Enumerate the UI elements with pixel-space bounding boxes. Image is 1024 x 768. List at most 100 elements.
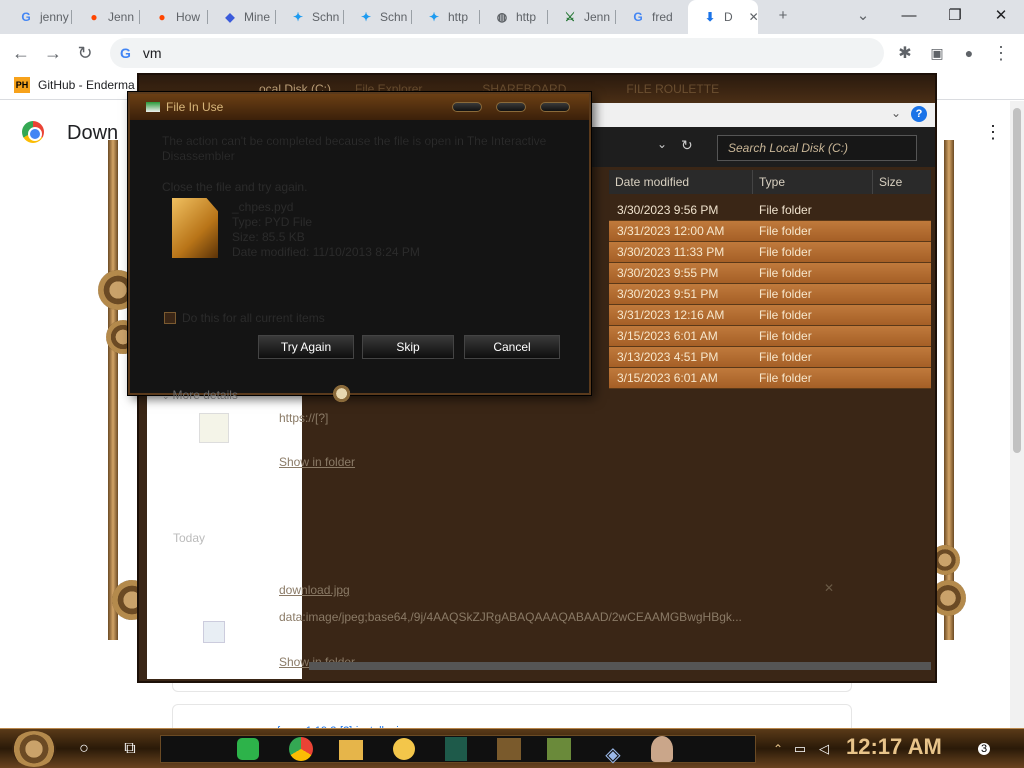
bookmark-github[interactable]: PH GitHub - Enderma xyxy=(14,77,135,93)
tab-1[interactable]: ● Jenn xyxy=(72,0,140,34)
table-row[interactable]: 3/30/2023 9:51 PM File folder xyxy=(609,284,931,305)
page-scrollbar-thumb[interactable] xyxy=(1013,108,1021,453)
browser-menu-icon[interactable]: ⋮ xyxy=(986,38,1016,68)
tab-8[interactable]: ⚔ Jenn xyxy=(548,0,616,34)
explorer-horizontal-scrollbar[interactable] xyxy=(309,662,931,670)
twitter-icon: ✦ xyxy=(360,10,372,24)
volume-muted-icon[interactable]: ◁ xyxy=(810,735,838,763)
help-icon[interactable]: ? xyxy=(911,106,927,122)
ribbon-dropdown-icon[interactable]: ⌄ xyxy=(891,106,901,120)
file-explorer-icon[interactable] xyxy=(339,740,363,760)
minimize-button[interactable]: — xyxy=(886,0,932,30)
column-header-size[interactable]: Size xyxy=(873,170,931,194)
file-list: 3/30/2023 9:56 PM File folder 3/31/2023 12… xyxy=(609,200,931,389)
terminal-icon[interactable] xyxy=(445,737,467,761)
sheets-icon[interactable] xyxy=(237,738,259,760)
tab-9[interactable]: Gfred xyxy=(616,0,684,34)
sword-icon: ⚔ xyxy=(564,10,576,24)
tab-6[interactable]: ✦ http xyxy=(412,0,480,34)
table-row[interactable]: 3/31/2023 12:00 AM File folder xyxy=(609,221,931,242)
tab-7[interactable]: ◍ http xyxy=(480,0,548,34)
file-size: Size: 85.5 KB xyxy=(232,230,305,244)
explorer-menu-item[interactable]: FILE ROULETTE xyxy=(626,82,719,96)
decorative-pipe xyxy=(108,140,118,640)
chrome-icon[interactable] xyxy=(289,737,313,761)
tab-close-icon[interactable]: ✕ xyxy=(749,10,758,24)
apply-to-all-checkbox[interactable] xyxy=(164,312,176,324)
profile-icon[interactable]: ● xyxy=(954,38,984,68)
apply-to-all-label: Do this for all current items xyxy=(182,311,325,325)
try-again-button[interactable]: Try Again xyxy=(258,335,354,359)
virtualbox-icon[interactable]: ◈ xyxy=(599,740,627,768)
row-date: 3/31/2023 12:00 AM xyxy=(617,224,725,238)
sidebar-icon[interactable]: ▣ xyxy=(922,38,952,68)
notification-icon[interactable]: 3 xyxy=(970,735,998,763)
table-row[interactable]: 3/31/2023 12:16 AM File folder xyxy=(609,305,931,326)
explorer-search-input[interactable]: Search Local Disk (C:) xyxy=(717,135,917,161)
omnibox[interactable]: G vm xyxy=(110,38,884,68)
new-tab-button[interactable]: + xyxy=(760,0,806,30)
zip-file-icon xyxy=(199,413,229,443)
maximize-icon[interactable] xyxy=(496,102,526,112)
forward-button[interactable]: → xyxy=(38,38,68,68)
table-row[interactable]: 3/15/2023 6:01 AM File folder xyxy=(609,326,931,347)
row-type: File folder xyxy=(759,329,812,343)
tab-search-button[interactable]: ⌄ xyxy=(840,0,886,30)
reload-button[interactable]: ↻ xyxy=(70,38,100,68)
column-header-date[interactable]: Date modified xyxy=(609,170,753,194)
back-button[interactable]: ← xyxy=(6,38,36,68)
section-today: Today xyxy=(173,531,206,545)
file-name: _chpes.pyd xyxy=(232,200,294,214)
close-icon[interactable] xyxy=(540,102,570,112)
omnibox-input[interactable]: vm xyxy=(143,45,162,61)
globe-icon: ◍ xyxy=(496,10,508,24)
minimize-icon[interactable] xyxy=(452,102,482,112)
row-type: File folder xyxy=(759,287,812,301)
tab-10[interactable]: ⬇ D ✕ xyxy=(688,0,758,34)
cancel-button[interactable]: Cancel xyxy=(464,335,560,359)
column-header-type[interactable]: Type xyxy=(753,170,873,194)
remove-download-icon[interactable]: ✕ xyxy=(824,581,834,595)
tab-2[interactable]: ● How xyxy=(140,0,208,34)
taskbar-clock[interactable]: 12:17 AM xyxy=(846,734,942,760)
tab-3[interactable]: ◆ Mine xyxy=(208,0,276,34)
tab-label: How xyxy=(176,10,201,24)
minecraft-icon[interactable] xyxy=(497,738,521,760)
download-filename[interactable]: download.jpg xyxy=(279,583,350,597)
show-in-folder-link[interactable]: Show in folder xyxy=(279,455,355,469)
downloads-menu-icon[interactable]: ⋮ xyxy=(984,122,1002,143)
address-dropdown-icon[interactable]: ⌄ xyxy=(657,137,667,151)
row-date: 3/15/2023 6:01 AM xyxy=(617,371,718,385)
twitter-icon: ✦ xyxy=(428,10,440,24)
window-close-button[interactable]: ✕ xyxy=(978,0,1024,30)
file-date: Date modified: 11/10/2013 8:24 PM xyxy=(232,245,420,259)
bitwarden-icon[interactable] xyxy=(393,738,415,760)
tab-0[interactable]: Gjenny xyxy=(4,0,72,34)
more-details-toggle[interactable]: ⌄ More details xyxy=(162,388,238,402)
dialog-body: The action can't be completed because th… xyxy=(130,120,589,408)
extensions-icon[interactable]: ✱ xyxy=(890,38,920,68)
google-g-icon: G xyxy=(21,10,31,24)
task-view-icon[interactable]: ⧉ xyxy=(116,735,144,763)
file-icon xyxy=(172,198,218,258)
table-row[interactable]: 3/15/2023 6:01 AM File folder xyxy=(609,368,931,389)
skip-button[interactable]: Skip xyxy=(362,335,454,359)
tab-5[interactable]: ✦ Schn xyxy=(344,0,412,34)
google-g-icon: G xyxy=(120,45,131,61)
twitter-icon: ✦ xyxy=(292,10,304,24)
table-row[interactable]: 3/30/2023 11:33 PM File folder xyxy=(609,242,931,263)
bookmark-label: GitHub - Enderma xyxy=(38,78,135,92)
start-button[interactable] xyxy=(12,731,56,767)
table-row[interactable]: 3/30/2023 9:55 PM File folder xyxy=(609,263,931,284)
row-date: 3/13/2023 4:51 PM xyxy=(617,350,719,364)
row-date: 3/30/2023 11:33 PM xyxy=(617,245,725,259)
tab-4[interactable]: ✦ Schn xyxy=(276,0,344,34)
table-row[interactable]: 3/13/2023 4:51 PM File folder xyxy=(609,347,931,368)
table-row[interactable]: 3/30/2023 9:56 PM File folder xyxy=(609,200,931,221)
refresh-icon[interactable]: ↻ xyxy=(681,137,693,154)
portrait-app-icon[interactable] xyxy=(651,736,673,762)
download-url: data:image/jpeg;base64,/9j/4AAQSkZJRgABA… xyxy=(279,610,742,624)
minecraft-launcher-icon[interactable] xyxy=(547,738,571,760)
search-icon[interactable]: ○ xyxy=(70,735,98,763)
restore-button[interactable]: ❐ xyxy=(932,0,978,30)
